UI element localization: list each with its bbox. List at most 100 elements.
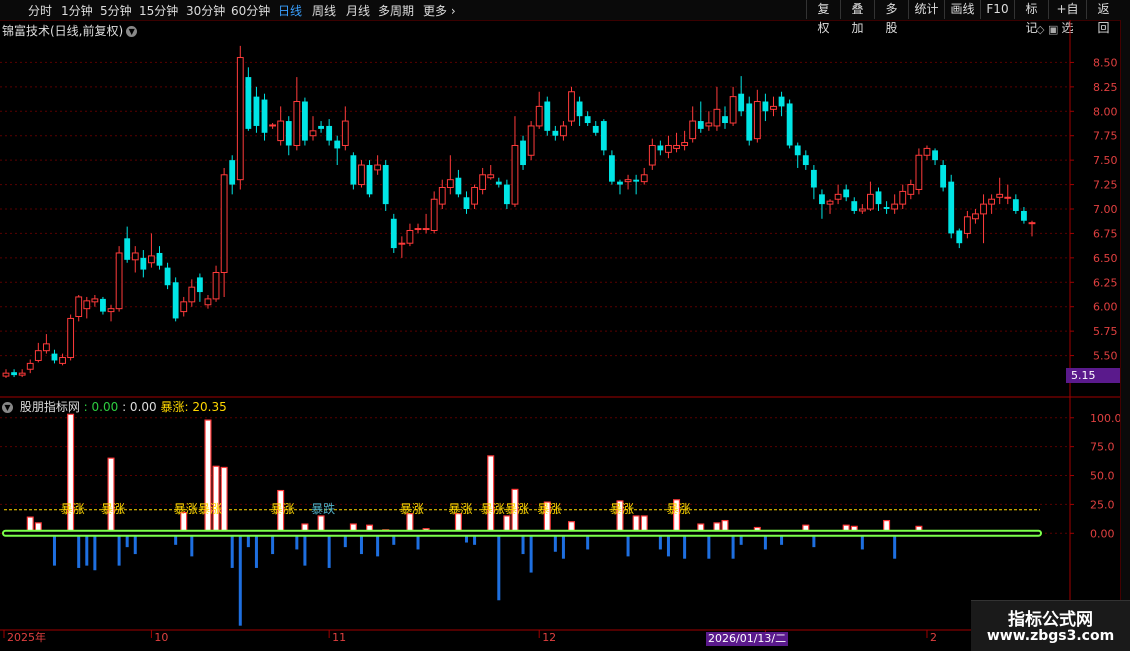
timeframe-tab-7[interactable]: 周线: [312, 2, 336, 19]
timeframe-tab-8[interactable]: 月线: [346, 2, 370, 19]
candle: [552, 125, 559, 141]
timeframe-tab-5[interactable]: 60分钟: [231, 2, 270, 19]
candle-body: [164, 267, 171, 286]
toolbar-button-2[interactable]: 多股: [874, 0, 908, 35]
positive-bar: [212, 465, 220, 534]
candle-body: [552, 130, 559, 136]
candle-body: [544, 101, 551, 131]
candle: [940, 160, 947, 192]
signal-label: 暴涨: [101, 501, 125, 516]
candle-body: [640, 174, 648, 183]
chevron-down-icon[interactable]: ▼: [2, 402, 13, 413]
timeframe-tab-6[interactable]: 日线: [278, 2, 302, 19]
candle: [762, 93, 769, 122]
timeframe-tab-10[interactable]: 更多 ›: [423, 2, 456, 19]
candle-body: [503, 184, 510, 205]
candle-body: [762, 101, 769, 112]
time-tick-label: 2: [930, 631, 937, 644]
candle-body: [794, 145, 801, 156]
indicator-tick-label: 0.00: [1090, 527, 1115, 540]
candle: [269, 123, 277, 129]
candle: [446, 155, 454, 195]
candle: [988, 194, 996, 214]
indicator-legend: ▼ 股朋指标网 : 0.00 : 0.00 暴涨: 20.35: [2, 398, 227, 415]
indicator-tick-label: 100.0: [1090, 412, 1120, 425]
price-tick-label: 6.00: [1093, 301, 1118, 314]
candle: [834, 184, 842, 205]
candle: [188, 279, 196, 307]
toolbar-button-3[interactable]: 统计: [908, 0, 944, 19]
timeframe-tab-2[interactable]: 5分钟: [100, 2, 132, 19]
candle: [802, 150, 809, 170]
candle-body: [592, 125, 599, 133]
candle-body: [83, 300, 91, 310]
kline-chart[interactable]: 8.50 8.25 8.00 7.75 7.50 7.25 7.00 6.75 6.50 6.25…: [0, 20, 1120, 650]
candle-body: [91, 298, 99, 303]
candle-body: [148, 255, 155, 264]
candle-body: [511, 144, 519, 205]
timeframe-tab-0[interactable]: 分时: [28, 2, 52, 19]
negative-bar: [303, 533, 307, 566]
timeframe-tab-4[interactable]: 30分钟: [186, 2, 225, 19]
toolbar-button-7[interactable]: +自选: [1048, 0, 1086, 35]
candle-body: [156, 252, 163, 266]
top-toolbar: 分时 1分钟 5分钟 15分钟 30分钟 60分钟 日线 周线 月线 多周期 更多 › 复权 叠加 多股…: [0, 0, 1130, 35]
price-tick-label: 8.50: [1093, 56, 1118, 69]
toolbar-button-1[interactable]: 叠加: [840, 0, 874, 35]
time-tick-label: 10: [154, 631, 168, 644]
price-tick-label: 6.50: [1093, 252, 1118, 265]
candle-body: [455, 177, 462, 195]
candle: [67, 314, 75, 361]
candle-body: [802, 155, 809, 166]
signal-label: 暴涨: [537, 501, 561, 516]
candle-body: [302, 101, 308, 141]
toolbar-button-4[interactable]: 画线: [944, 0, 980, 19]
toolbar-button-5[interactable]: F10: [980, 0, 1014, 19]
candle: [91, 294, 99, 307]
negative-bar: [497, 533, 501, 601]
candle-body: [42, 343, 50, 352]
toolbar-button-0[interactable]: 复权: [806, 0, 840, 35]
right-side-panel: [1120, 20, 1130, 650]
candle: [2, 369, 10, 379]
candle: [479, 167, 487, 195]
candle: [495, 177, 502, 188]
candle-body: [11, 372, 17, 376]
candle-body: [406, 229, 414, 244]
candle: [617, 179, 623, 195]
timeframe-tab-1[interactable]: 1分钟: [61, 2, 93, 19]
candle: [390, 213, 397, 253]
toolbar-button-6[interactable]: 标记: [1014, 0, 1048, 35]
candle-body: [350, 155, 357, 185]
candle-body: [326, 125, 333, 141]
candle: [253, 86, 260, 133]
candle-body: [438, 187, 446, 205]
candle-body: [883, 207, 890, 209]
candle-body: [834, 193, 842, 200]
candle: [963, 210, 971, 239]
candle-body: [713, 108, 721, 127]
candle-body: [520, 140, 526, 166]
candle-body: [277, 120, 285, 142]
candle: [164, 262, 171, 290]
chevron-right-icon: ›: [447, 4, 456, 18]
candle: [277, 106, 285, 146]
candle-body: [527, 125, 535, 156]
watermark-url: www.zbgs3.com: [986, 628, 1115, 644]
candle: [819, 189, 825, 219]
candle-body: [124, 238, 131, 260]
toolbar-button-8[interactable]: 返回: [1086, 0, 1120, 35]
candle-body: [535, 105, 543, 127]
timeframe-tab-3[interactable]: 15分钟: [139, 2, 178, 19]
candle: [729, 86, 737, 126]
timeframe-tab-9[interactable]: 多周期: [378, 2, 414, 19]
current-price-tag: 5.15: [1066, 368, 1120, 383]
time-tick-label: 11: [332, 631, 346, 644]
candle: [293, 77, 301, 151]
candle-body: [617, 181, 623, 185]
signal-label: 暴跌: [311, 501, 335, 516]
candle: [915, 148, 923, 195]
candle-body: [318, 125, 324, 129]
candle-body: [956, 230, 963, 244]
candle: [180, 296, 188, 317]
